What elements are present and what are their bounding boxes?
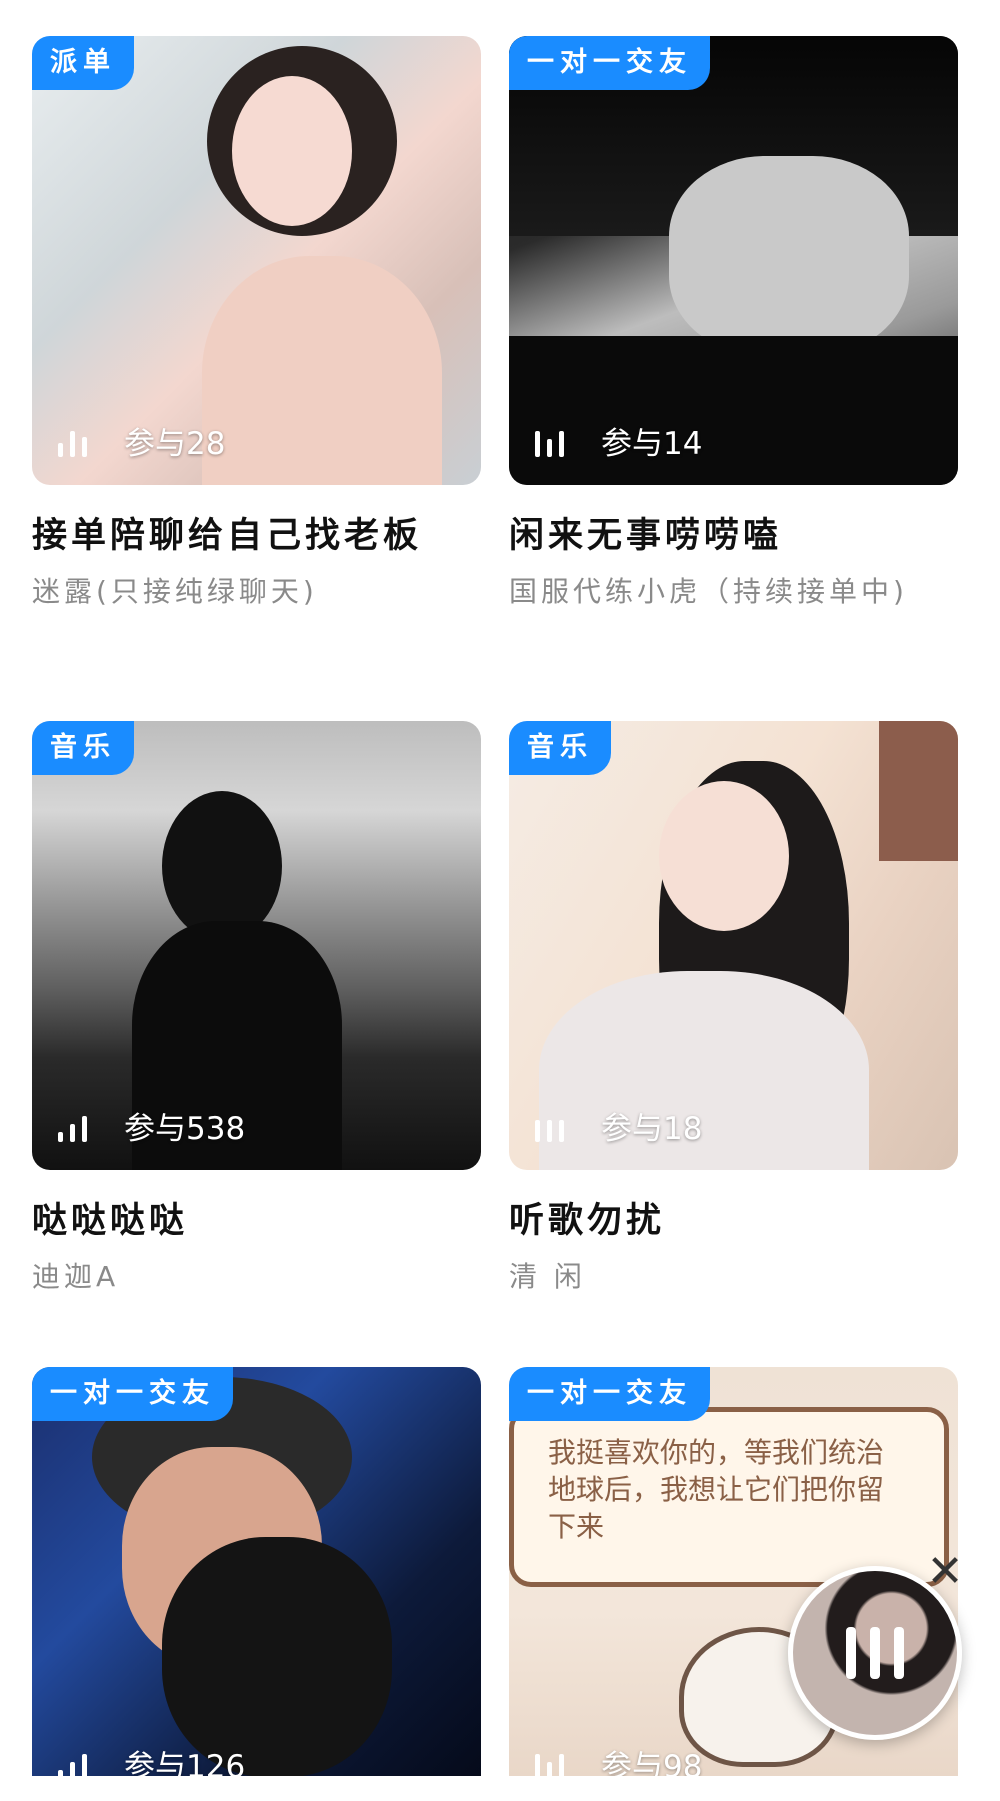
participants-count: 参与98 (601, 1749, 703, 1776)
shoulder-shape (202, 256, 442, 485)
participants-stat: 参与126 (58, 1741, 245, 1776)
bar-chart-icon (58, 425, 98, 457)
face-shape (669, 156, 909, 356)
head-shape (162, 791, 282, 941)
host-name: 迪迦A (32, 1260, 120, 1293)
window-shape (879, 721, 958, 861)
room-title[interactable]: 听歌勿扰 (509, 1192, 958, 1243)
face-shape (232, 76, 352, 226)
category-tag: 一对一交友 (509, 36, 710, 90)
category-tag: 音乐 (32, 721, 134, 775)
bar-chart-icon (58, 1748, 98, 1776)
host-name: 迷露(只接纯绿聊天) (32, 575, 318, 608)
room-cover-image[interactable]: 派单 参与28 (32, 36, 481, 485)
speech-bubble-text: 我挺喜欢你的，等我们统治地球后，我想让它们把你留下来 (548, 1436, 885, 1543)
room-card[interactable]: 一对一交友 参与14 闲来无事唠唠嗑 国服代练小虎（持续接单中) (509, 36, 958, 612)
close-icon[interactable]: ✕ (924, 1550, 966, 1594)
host-name: 国服代练小虎（持续接单中) (509, 575, 908, 608)
participants-stat: 参与28 (58, 418, 225, 463)
room-title[interactable]: 接单陪聊给自己找老板 (32, 507, 481, 558)
room-card[interactable]: 音乐 参与538 哒哒哒哒 迪迦A (32, 721, 481, 1297)
room-card[interactable]: 音乐 参与18 听歌勿扰 清 闲 (509, 721, 958, 1297)
participants-stat: 参与98 (535, 1741, 702, 1776)
room-title[interactable]: 哒哒哒哒 (32, 1192, 481, 1243)
participants-stat: 参与14 (535, 418, 702, 463)
room-card[interactable]: 一对一交友 参与126 (32, 1367, 481, 1776)
room-cover-image[interactable]: 音乐 参与18 (509, 721, 958, 1170)
participants-count: 参与28 (124, 426, 226, 462)
participants-count: 参与126 (124, 1749, 246, 1776)
speech-bubble: 我挺喜欢你的，等我们统治地球后，我想让它们把你留下来 (509, 1407, 949, 1587)
participants-stat: 参与18 (535, 1103, 702, 1148)
category-tag: 派单 (32, 36, 134, 90)
participants-count: 参与18 (601, 1111, 703, 1147)
room-cover-image[interactable]: 音乐 参与538 (32, 721, 481, 1170)
bar-chart-icon (535, 1748, 575, 1776)
category-tag: 一对一交友 (32, 1367, 233, 1421)
bar-chart-icon (535, 1110, 575, 1142)
bar-chart-icon (58, 1110, 98, 1142)
category-tag: 一对一交友 (509, 1367, 710, 1421)
participants-stat: 参与538 (58, 1103, 245, 1148)
category-tag: 音乐 (509, 721, 611, 775)
room-card[interactable]: 派单 参与28 接单陪聊给自己找老板 迷露(只接纯绿聊天) (32, 36, 481, 612)
bar-chart-icon (535, 425, 575, 457)
room-title[interactable]: 闲来无事唠唠嗑 (509, 507, 958, 558)
host-name: 清 闲 (509, 1260, 586, 1293)
participants-count: 参与14 (601, 426, 703, 462)
face-shape (659, 781, 789, 931)
room-cover-image[interactable]: 一对一交友 参与14 (509, 36, 958, 485)
room-cover-image[interactable]: 一对一交友 参与126 (32, 1367, 481, 1776)
participants-count: 参与538 (124, 1111, 246, 1147)
